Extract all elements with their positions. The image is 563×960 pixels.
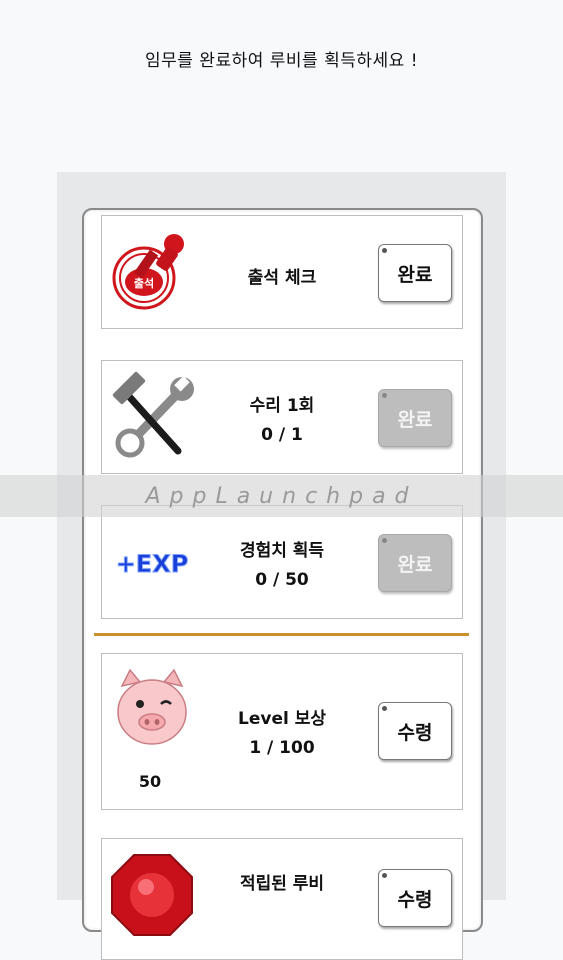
exp-icon: +EXP — [108, 516, 196, 604]
mission-title-attendance: 출석 체크 — [247, 268, 317, 288]
reward-card-ruby: 적립된 루비 수령 — [101, 838, 463, 960]
ruby-claim-button[interactable]: 수령 — [378, 869, 452, 927]
exp-complete-button[interactable]: 완료 — [378, 534, 452, 592]
attendance-stamp-icon: 출석 — [108, 226, 196, 314]
repair-complete-button[interactable]: 완료 — [378, 389, 452, 447]
mission-progress-exp: 0 / 50 — [255, 570, 309, 590]
level-reward-value: 50 — [138, 772, 162, 791]
header-text: 임무를 완료하여 루비를 획득하세요 ! — [144, 51, 419, 71]
attendance-complete-button[interactable]: 완료 — [378, 244, 452, 302]
mission-title-exp: 경험치 획득 — [239, 541, 325, 561]
reward-progress-level: 1 / 100 — [249, 738, 315, 758]
reward-title-level: Level 보상 — [238, 709, 326, 729]
section-divider — [94, 633, 469, 636]
reward-title-ruby: 적립된 루비 — [239, 874, 325, 894]
watermark: AppLaunchpad — [0, 475, 563, 517]
repair-tools-icon — [108, 371, 196, 459]
reward-card-level: 50 Level 보상 1 / 100 수령 — [101, 653, 463, 810]
mission-card-exp: +EXP 경험치 획득 0 / 50 완료 — [101, 505, 463, 619]
ruby-icon — [108, 851, 196, 939]
exp-icon-text: +EXP — [116, 550, 189, 578]
pig-icon — [108, 666, 196, 754]
mission-progress-repair: 0 / 1 — [261, 425, 303, 445]
level-claim-button[interactable]: 수령 — [378, 702, 452, 760]
mission-card-attendance: 출석 출석 체크 완료 — [101, 215, 463, 329]
mission-title-repair: 수리 1회 — [249, 396, 315, 416]
stamp-text: 출석 — [134, 276, 154, 290]
mission-card-repair: 수리 1회 0 / 1 완료 — [101, 360, 463, 474]
